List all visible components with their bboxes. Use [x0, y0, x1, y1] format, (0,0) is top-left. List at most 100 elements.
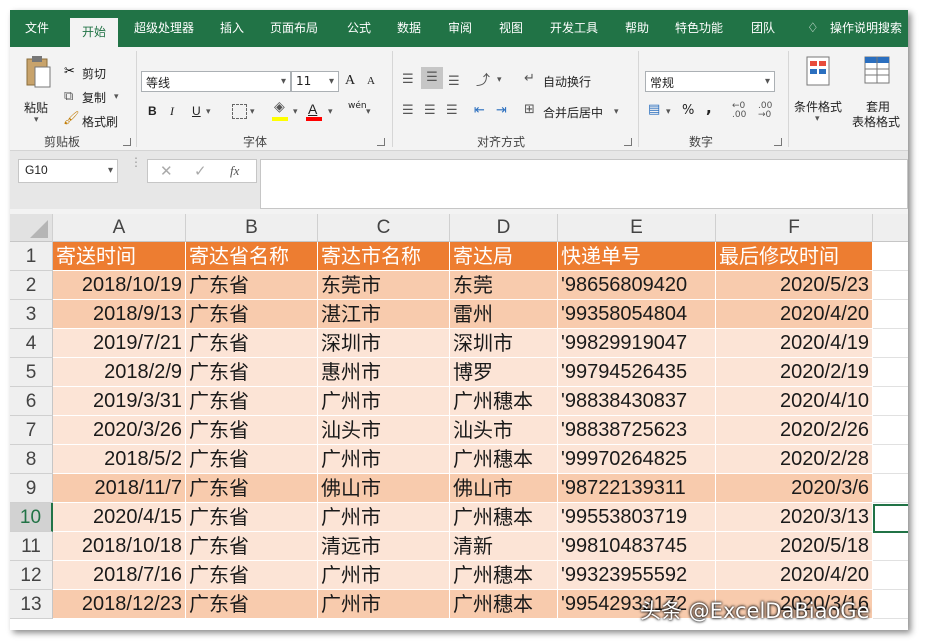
table-cell[interactable]: 2018/11/7 — [53, 474, 186, 503]
table-cell[interactable]: 广东省 — [186, 590, 318, 619]
table-cell[interactable]: 2020/2/26 — [716, 416, 873, 445]
number-launcher-icon[interactable] — [774, 138, 782, 146]
tab-13[interactable]: 操作说明搜索 — [830, 10, 902, 47]
table-cell[interactable]: 广州市 — [318, 387, 450, 416]
increase-decimal-icon[interactable]: ←0.00 — [732, 102, 746, 120]
table-header-cell[interactable]: 最后修改时间 — [716, 242, 873, 271]
row-header[interactable]: 5 — [10, 358, 53, 387]
table-cell[interactable]: 广州穗本 — [450, 445, 558, 474]
table-cell-empty[interactable] — [873, 358, 908, 387]
table-cell[interactable]: 2020/3/13 — [716, 503, 873, 532]
tab-0[interactable]: 文件 — [25, 10, 49, 47]
column-header-d[interactable]: D — [450, 214, 558, 242]
percent-button[interactable]: % — [682, 103, 694, 118]
table-cell-empty[interactable] — [873, 532, 908, 561]
row-header[interactable]: 3 — [10, 300, 53, 329]
table-cell[interactable]: 2020/2/28 — [716, 445, 873, 474]
table-cell[interactable]: 广东省 — [186, 532, 318, 561]
decrease-decimal-icon[interactable]: .00 →0 — [758, 102, 772, 120]
orientation-icon[interactable]: ⤴ — [476, 70, 490, 90]
table-header-cell[interactable]: 寄达省名称 — [186, 242, 318, 271]
table-cell[interactable]: 广州市 — [318, 445, 450, 474]
accounting-dropdown-icon[interactable]: ▾ — [666, 107, 671, 117]
table-cell[interactable]: 广州穗本 — [450, 590, 558, 619]
column-header-f[interactable]: F — [716, 214, 873, 242]
table-cell[interactable]: 汕头市 — [318, 416, 450, 445]
row-header[interactable]: 6 — [10, 387, 53, 416]
increase-indent-icon[interactable]: ⇥ — [496, 103, 507, 118]
table-cell[interactable]: 2020/5/18 — [716, 532, 873, 561]
table-cell[interactable]: 博罗 — [450, 358, 558, 387]
tab-1[interactable]: 开始 — [70, 18, 119, 47]
align-left-icon[interactable]: ☰ — [402, 103, 414, 118]
table-cell-empty[interactable] — [873, 474, 908, 503]
table-cell-empty[interactable] — [873, 242, 908, 271]
table-cell[interactable]: 2020/4/20 — [716, 561, 873, 590]
more-dots-icon[interactable]: ⋮ — [130, 156, 142, 168]
table-cell[interactable]: 东莞市 — [318, 271, 450, 300]
table-cell[interactable]: 佛山市 — [450, 474, 558, 503]
underline-button[interactable]: U — [192, 104, 201, 118]
table-cell-empty[interactable] — [873, 445, 908, 474]
tab-5[interactable]: 公式 — [347, 10, 371, 47]
table-cell[interactable]: 2020/4/19 — [716, 329, 873, 358]
column-header-b[interactable]: B — [186, 214, 318, 242]
table-cell-empty[interactable] — [873, 387, 908, 416]
alignment-launcher-icon[interactable] — [624, 138, 632, 146]
merge-dropdown-icon[interactable]: ▾ — [614, 107, 619, 117]
paste-icon[interactable] — [24, 55, 52, 89]
borders-icon[interactable] — [232, 104, 247, 119]
table-cell[interactable]: '99970264825 — [558, 445, 716, 474]
name-box[interactable]: G10 ▾ — [18, 159, 118, 183]
grow-font-button[interactable]: A — [345, 73, 355, 89]
tab-8[interactable]: 视图 — [499, 10, 523, 47]
number-format-select[interactable]: 常规 ▾ — [645, 71, 775, 92]
fill-color-icon[interactable]: ◈ — [274, 99, 285, 115]
row-header[interactable]: 7 — [10, 416, 53, 445]
table-cell[interactable]: '98656809420 — [558, 271, 716, 300]
table-cell-empty[interactable] — [873, 329, 908, 358]
decrease-indent-icon[interactable]: ⇤ — [474, 103, 485, 118]
comma-button[interactable]: , — [706, 99, 712, 117]
bold-button[interactable]: B — [148, 104, 157, 118]
table-cell[interactable]: 雷州 — [450, 300, 558, 329]
table-cell[interactable]: '98838430837 — [558, 387, 716, 416]
table-cell[interactable]: '99323955592 — [558, 561, 716, 590]
table-cell[interactable]: 2018/10/18 — [53, 532, 186, 561]
font-name-select[interactable]: 等线 ▾ — [141, 71, 291, 92]
cut-button[interactable]: 剪切 — [82, 65, 106, 82]
select-all-corner[interactable] — [10, 214, 53, 242]
borders-dropdown-icon[interactable]: ▾ — [250, 107, 255, 117]
table-cell[interactable]: 广州穗本 — [450, 503, 558, 532]
table-cell[interactable]: 汕头市 — [450, 416, 558, 445]
table-cell-empty[interactable] — [873, 416, 908, 445]
tab-7[interactable]: 审阅 — [448, 10, 472, 47]
table-cell[interactable]: 2018/2/9 — [53, 358, 186, 387]
table-cell[interactable]: 广东省 — [186, 445, 318, 474]
table-cell[interactable]: 广东省 — [186, 271, 318, 300]
merge-center-button[interactable]: 合并后居中 — [543, 104, 603, 121]
paste-button[interactable]: 粘贴 — [24, 99, 48, 116]
table-cell[interactable]: '99553803719 — [558, 503, 716, 532]
row-header[interactable]: 10 — [10, 503, 53, 532]
table-cell[interactable]: '99829919047 — [558, 329, 716, 358]
table-cell-empty[interactable] — [873, 271, 908, 300]
table-cell[interactable]: 广东省 — [186, 300, 318, 329]
table-cell[interactable]: 2018/9/13 — [53, 300, 186, 329]
conditional-format-dropdown-icon[interactable]: ▾ — [815, 114, 820, 124]
row-header[interactable]: 8 — [10, 445, 53, 474]
fill-color-dropdown-icon[interactable]: ▾ — [293, 107, 298, 117]
tab-4[interactable]: 页面布局 — [270, 10, 318, 47]
table-cell-empty[interactable] — [873, 590, 908, 619]
table-cell[interactable]: 2018/10/19 — [53, 271, 186, 300]
row-header[interactable]: 12 — [10, 561, 53, 590]
tab-12[interactable]: 团队 — [751, 10, 775, 47]
selected-cell-g10[interactable] — [873, 504, 908, 533]
table-cell[interactable]: 湛江市 — [318, 300, 450, 329]
table-cell[interactable]: 广东省 — [186, 387, 318, 416]
table-cell[interactable]: 深圳市 — [450, 329, 558, 358]
table-header-cell[interactable]: 快递单号 — [558, 242, 716, 271]
table-header-cell[interactable]: 寄送时间 — [53, 242, 186, 271]
table-cell[interactable]: '99794526435 — [558, 358, 716, 387]
table-cell-empty[interactable] — [873, 561, 908, 590]
